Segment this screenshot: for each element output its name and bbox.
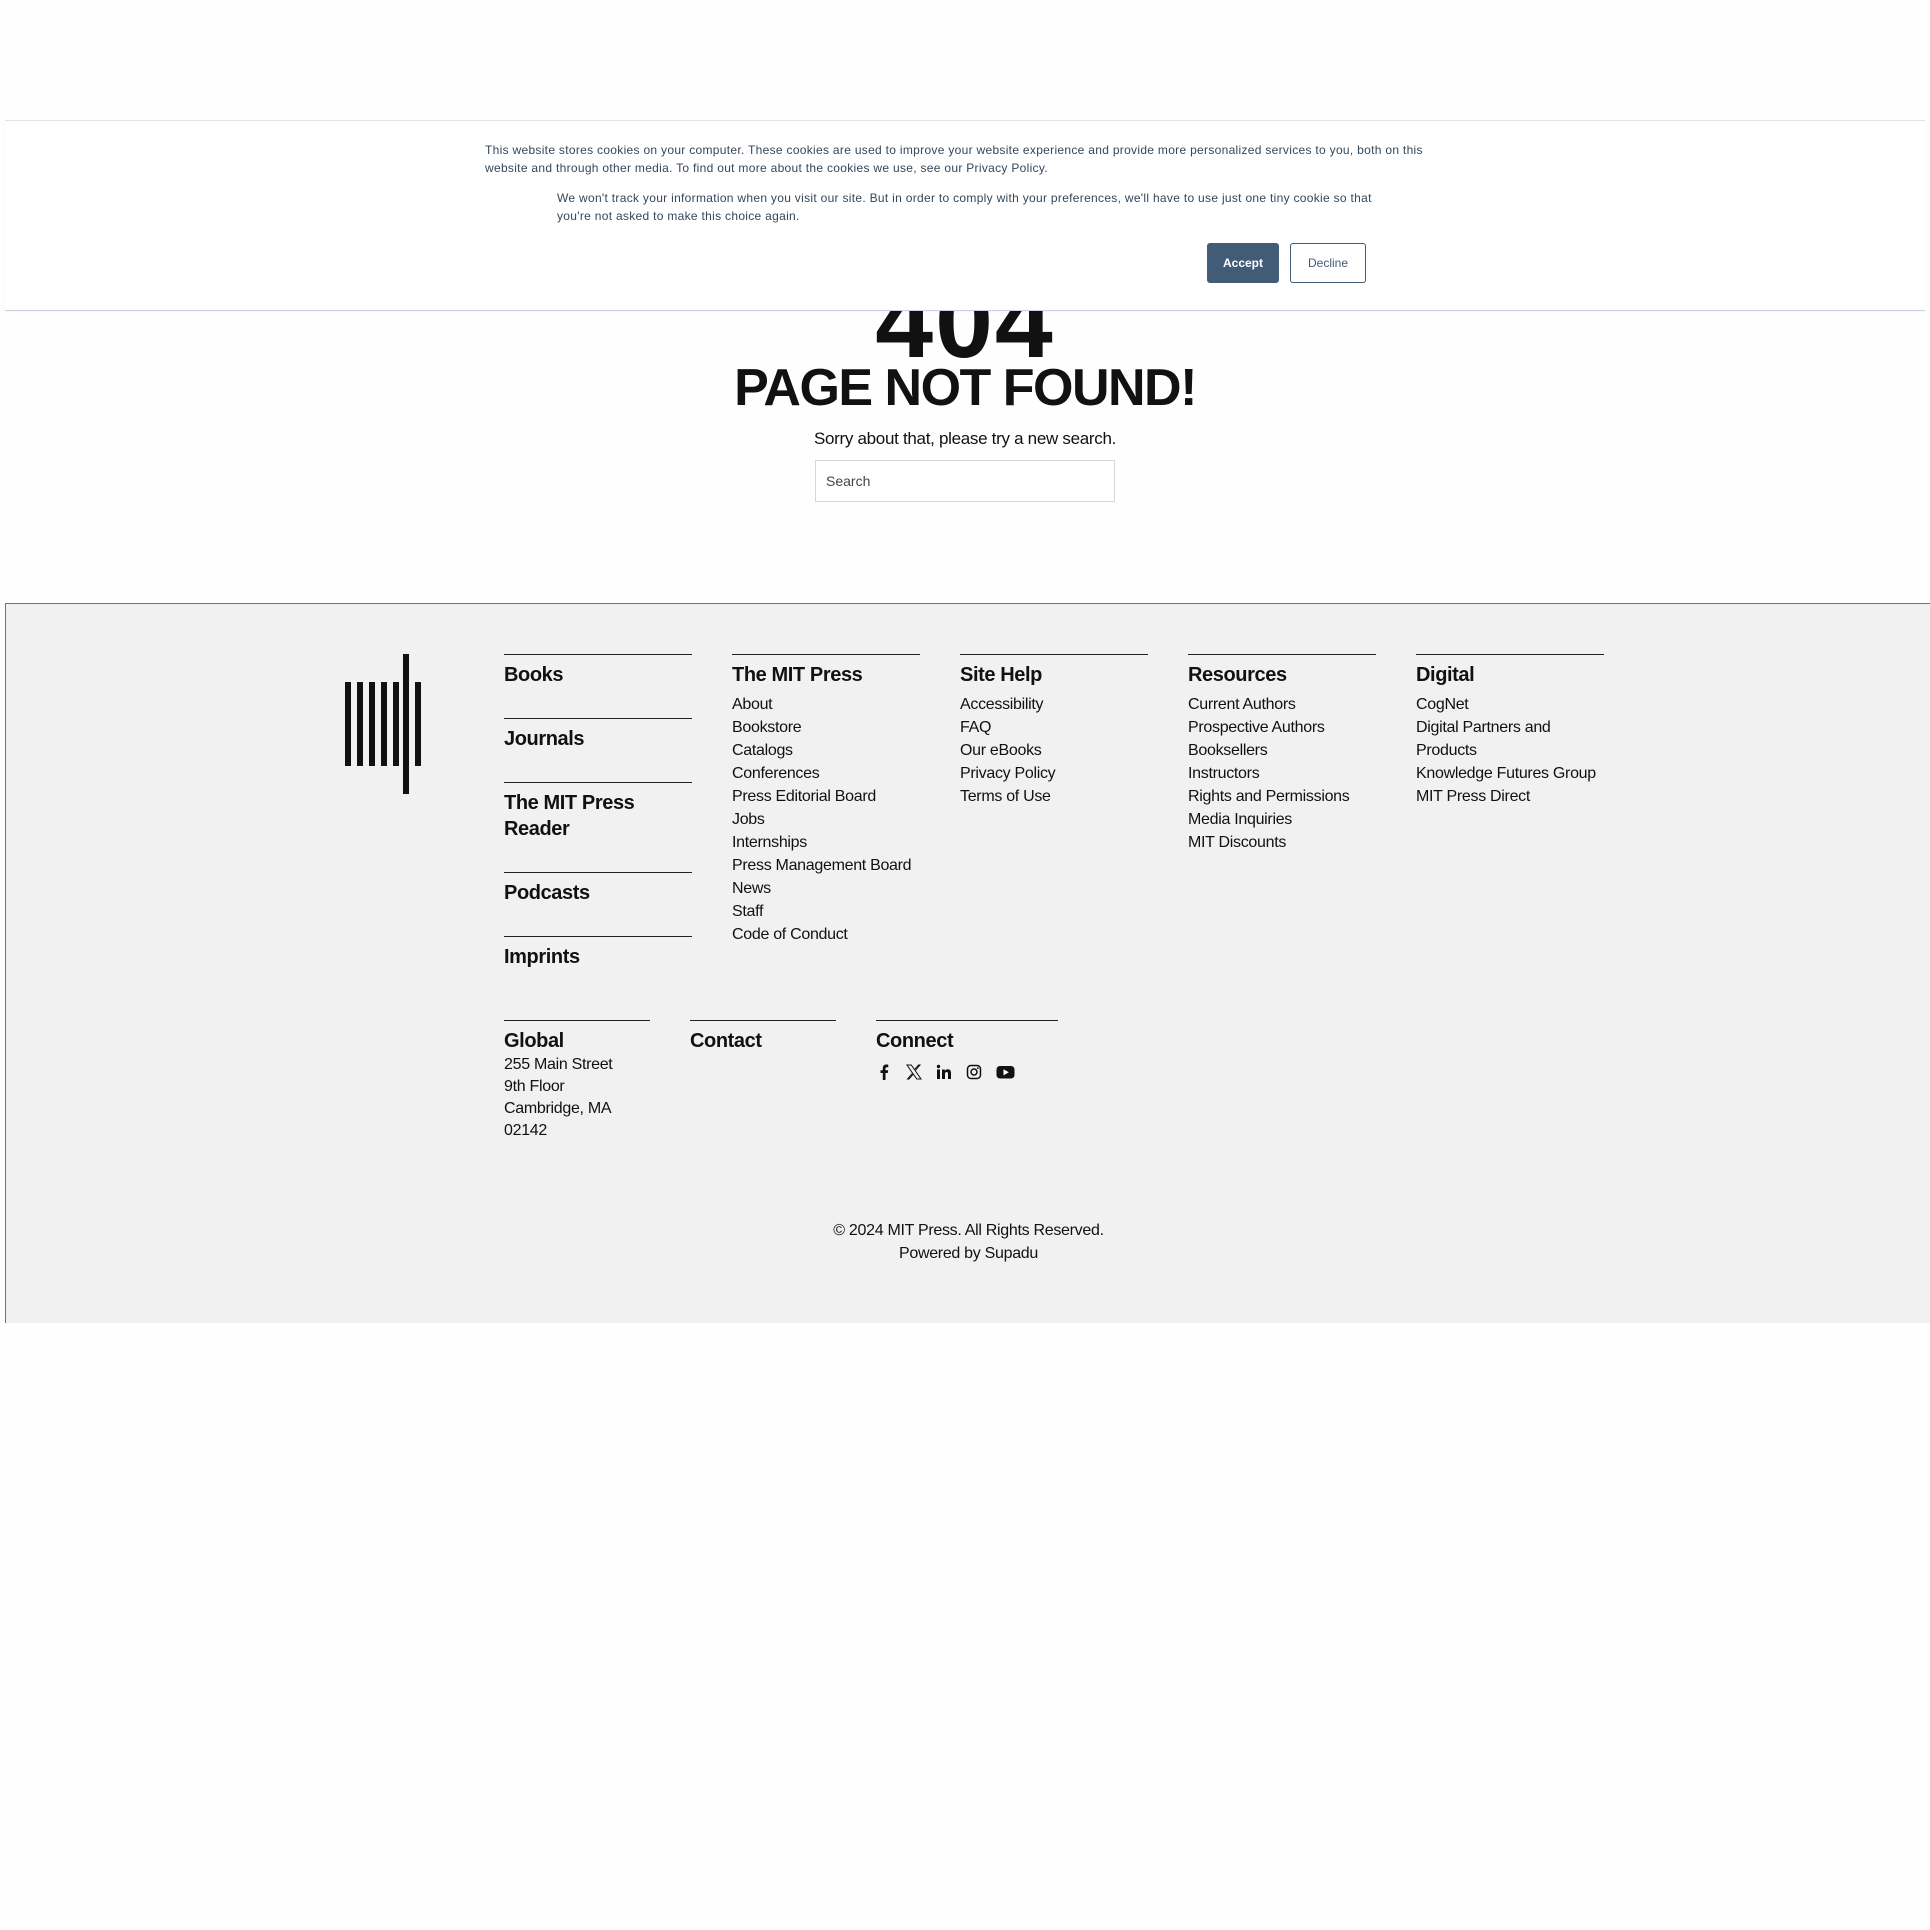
site-footer: Books Journals The MIT Press Reader Podc… xyxy=(5,603,1930,1323)
copyright: © 2024 MIT Press. All Rights Reserved. P… xyxy=(6,1219,1930,1265)
footer-link[interactable]: Catalogs xyxy=(732,739,920,762)
footer-link[interactable]: Terms of Use xyxy=(960,785,1148,808)
footer-link[interactable]: News xyxy=(732,877,920,900)
footer-link[interactable]: Privacy Policy xyxy=(960,762,1148,785)
footer-journals[interactable]: Journals xyxy=(504,718,692,752)
footer-link[interactable]: Press Editorial Board xyxy=(732,785,920,808)
footer-link[interactable]: Booksellers xyxy=(1188,739,1376,762)
footer-imprints[interactable]: Imprints xyxy=(504,936,692,970)
col-heading: Site Help xyxy=(960,654,1148,688)
footer-link[interactable]: Rights and Permissions xyxy=(1188,785,1376,808)
footer-col-resources: Resources Current Authors Prospective Au… xyxy=(1188,654,1376,854)
powered-by-link[interactable]: Powered by Supadu xyxy=(6,1242,1930,1265)
footer-reader-link[interactable]: The MIT Press Reader xyxy=(504,782,692,842)
cookie-preference-text: We won't track your information when you… xyxy=(557,191,1372,223)
footer-podcasts-link[interactable]: Podcasts xyxy=(504,872,692,906)
footer-link[interactable]: Current Authors xyxy=(1188,693,1376,716)
cookie-banner: This website stores cookies on your comp… xyxy=(5,120,1925,311)
footer-global: Global 255 Main Street 9th Floor Cambrid… xyxy=(504,1020,650,1142)
footer-link[interactable]: Bookstore xyxy=(732,716,920,739)
page-title: PAGE NOT FOUND! xyxy=(734,359,1197,417)
footer-link[interactable]: CogNet xyxy=(1416,693,1604,716)
col-heading: The MIT Press xyxy=(732,654,920,688)
address-line: 9th Floor xyxy=(504,1078,565,1095)
youtube-icon[interactable] xyxy=(996,1064,1015,1080)
footer-link[interactable]: About xyxy=(732,693,920,716)
error-message: Sorry about that, please try a new searc… xyxy=(813,429,1117,448)
footer-link[interactable]: Staff xyxy=(732,900,920,923)
col-heading: Digital xyxy=(1416,654,1604,688)
col-heading: Global xyxy=(504,1020,650,1054)
address-line: 255 Main Street xyxy=(504,1056,613,1073)
address-line: Cambridge, MA xyxy=(504,1100,612,1117)
footer-reader[interactable]: The MIT Press Reader xyxy=(504,782,692,842)
footer-journals-link[interactable]: Journals xyxy=(504,718,692,752)
facebook-icon[interactable] xyxy=(876,1064,892,1080)
search-input[interactable] xyxy=(815,460,1115,502)
footer-podcasts[interactable]: Podcasts xyxy=(504,872,692,906)
footer-link[interactable]: MIT Press Direct xyxy=(1416,785,1604,808)
decline-button[interactable]: Decline xyxy=(1290,243,1366,283)
mit-press-logo-icon[interactable] xyxy=(345,654,435,794)
footer-col-digital: Digital CogNet Digital Partners and Prod… xyxy=(1416,654,1604,808)
footer-col-mit-press: The MIT Press About Bookstore Catalogs C… xyxy=(732,654,920,946)
footer-link[interactable]: Our eBooks xyxy=(960,739,1148,762)
linkedin-icon[interactable] xyxy=(936,1064,952,1080)
social-links xyxy=(876,1064,1058,1080)
footer-link[interactable]: Jobs xyxy=(732,808,920,831)
footer-col-site-help: Site Help Accessibility FAQ Our eBooks P… xyxy=(960,654,1148,808)
instagram-icon[interactable] xyxy=(966,1064,982,1080)
footer-link[interactable]: Knowledge Futures Group xyxy=(1416,762,1604,785)
footer-connect: Connect xyxy=(876,1020,1058,1080)
x-twitter-icon[interactable] xyxy=(906,1064,922,1080)
address: 255 Main Street 9th Floor Cambridge, MA … xyxy=(504,1054,650,1142)
footer-books-link[interactable]: Books xyxy=(504,654,692,688)
accept-button[interactable]: Accept xyxy=(1207,243,1279,283)
footer-books[interactable]: Books xyxy=(504,654,692,688)
col-heading: Resources xyxy=(1188,654,1376,688)
contact-link[interactable]: Contact xyxy=(690,1020,836,1054)
footer-link[interactable]: MIT Discounts xyxy=(1188,831,1376,854)
footer-link[interactable]: Prospective Authors xyxy=(1188,716,1376,739)
col-heading: Connect xyxy=(876,1020,1058,1054)
address-line: 02142 xyxy=(504,1122,547,1139)
footer-link[interactable]: FAQ xyxy=(960,716,1148,739)
footer-link[interactable]: Instructors xyxy=(1188,762,1376,785)
cookie-text: This website stores cookies on your comp… xyxy=(485,143,1423,175)
footer-link[interactable]: Internships xyxy=(732,831,920,854)
footer-link[interactable]: Accessibility xyxy=(960,693,1148,716)
site-header xyxy=(0,0,1930,120)
footer-link[interactable]: Code of Conduct xyxy=(732,923,920,946)
footer-link[interactable]: Conferences xyxy=(732,762,920,785)
copyright-text: © 2024 MIT Press. All Rights Reserved. xyxy=(833,1222,1104,1239)
footer-link[interactable]: Digital Partners and Products xyxy=(1416,716,1576,762)
footer-link[interactable]: Media Inquiries xyxy=(1188,808,1376,831)
footer-imprints-link[interactable]: Imprints xyxy=(504,936,692,970)
footer-contact: Contact xyxy=(690,1020,836,1054)
footer-link[interactable]: Press Management Board xyxy=(732,854,920,877)
